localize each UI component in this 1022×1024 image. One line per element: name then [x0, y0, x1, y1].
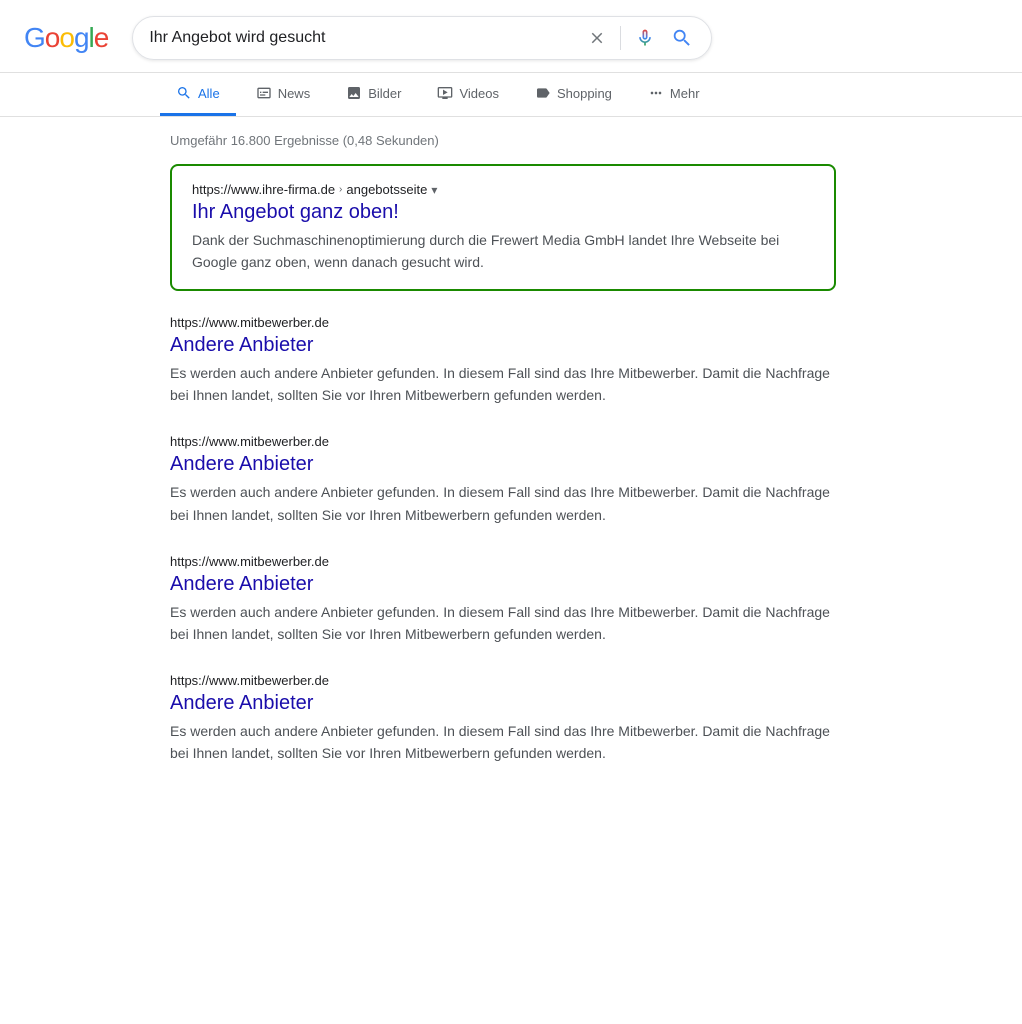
tab-shopping[interactable]: Shopping — [519, 73, 628, 116]
featured-url: https://www.ihre-firma.de › angebotsseit… — [192, 182, 814, 197]
google-logo: Google — [24, 22, 108, 54]
tab-mehr-label: Mehr — [670, 86, 700, 101]
results-stats: Umgefähr 16.800 Ergebnisse (0,48 Sekunde… — [170, 133, 836, 148]
result-title-1[interactable]: Andere Anbieter — [170, 332, 836, 358]
featured-title[interactable]: Ihr Angebot ganz oben! — [192, 199, 814, 225]
logo-o1: o — [45, 22, 60, 54]
result-url-2: https://www.mitbewerber.de — [170, 434, 836, 449]
videos-tab-icon — [437, 85, 453, 101]
logo-g: G — [24, 22, 45, 54]
clear-button[interactable] — [586, 27, 608, 49]
result-url-4: https://www.mitbewerber.de — [170, 673, 836, 688]
result-item-1: https://www.mitbewerber.de Andere Anbiet… — [170, 315, 836, 406]
header: Google — [0, 0, 1022, 73]
search-bar-icons — [586, 25, 695, 51]
tab-mehr[interactable]: Mehr — [632, 73, 716, 116]
result-item-2: https://www.mitbewerber.de Andere Anbiet… — [170, 434, 836, 525]
url-arrow: › — [339, 184, 342, 195]
search-button[interactable] — [669, 25, 695, 51]
result-title-4[interactable]: Andere Anbieter — [170, 690, 836, 716]
tab-videos-label: Videos — [459, 86, 499, 101]
search-input[interactable] — [149, 29, 578, 47]
result-title-3[interactable]: Andere Anbieter — [170, 571, 836, 597]
result-item-4: https://www.mitbewerber.de Andere Anbiet… — [170, 673, 836, 764]
result-description-4: Es werden auch andere Anbieter gefunden.… — [170, 720, 836, 764]
tab-news-label: News — [278, 86, 311, 101]
mehr-tab-icon — [648, 85, 664, 101]
tab-videos[interactable]: Videos — [421, 73, 515, 116]
bilder-tab-icon — [346, 85, 362, 101]
logo-e: e — [94, 22, 109, 54]
shopping-tab-icon — [535, 85, 551, 101]
mic-icon — [635, 28, 655, 48]
search-icon — [671, 27, 693, 49]
result-item-3: https://www.mitbewerber.de Andere Anbiet… — [170, 554, 836, 645]
results-area: Umgefähr 16.800 Ergebnisse (0,48 Sekunde… — [0, 117, 860, 808]
featured-result: https://www.ihre-firma.de › angebotsseit… — [170, 164, 836, 291]
search-tab-icon — [176, 85, 192, 101]
result-description-2: Es werden auch andere Anbieter gefunden.… — [170, 481, 836, 525]
tab-shopping-label: Shopping — [557, 86, 612, 101]
result-description-1: Es werden auch andere Anbieter gefunden.… — [170, 362, 836, 406]
news-tab-icon — [256, 85, 272, 101]
close-icon — [588, 29, 606, 47]
logo-g2: g — [74, 22, 89, 54]
search-bar — [132, 16, 712, 60]
voice-search-button[interactable] — [633, 26, 657, 50]
result-description-3: Es werden auch andere Anbieter gefunden.… — [170, 601, 836, 645]
result-url-1: https://www.mitbewerber.de — [170, 315, 836, 330]
result-url-3: https://www.mitbewerber.de — [170, 554, 836, 569]
divider — [620, 26, 621, 50]
tab-bilder-label: Bilder — [368, 86, 401, 101]
result-title-2[interactable]: Andere Anbieter — [170, 451, 836, 477]
logo-o2: o — [59, 22, 74, 54]
tab-alle[interactable]: Alle — [160, 73, 236, 116]
nav-tabs: Alle News Bilder Videos Shop — [0, 73, 1022, 117]
tab-bilder[interactable]: Bilder — [330, 73, 417, 116]
dropdown-arrow[interactable]: ▾ — [431, 183, 437, 197]
tab-news[interactable]: News — [240, 73, 327, 116]
featured-description: Dank der Suchmaschinenoptimierung durch … — [192, 229, 814, 273]
tab-alle-label: Alle — [198, 86, 220, 101]
